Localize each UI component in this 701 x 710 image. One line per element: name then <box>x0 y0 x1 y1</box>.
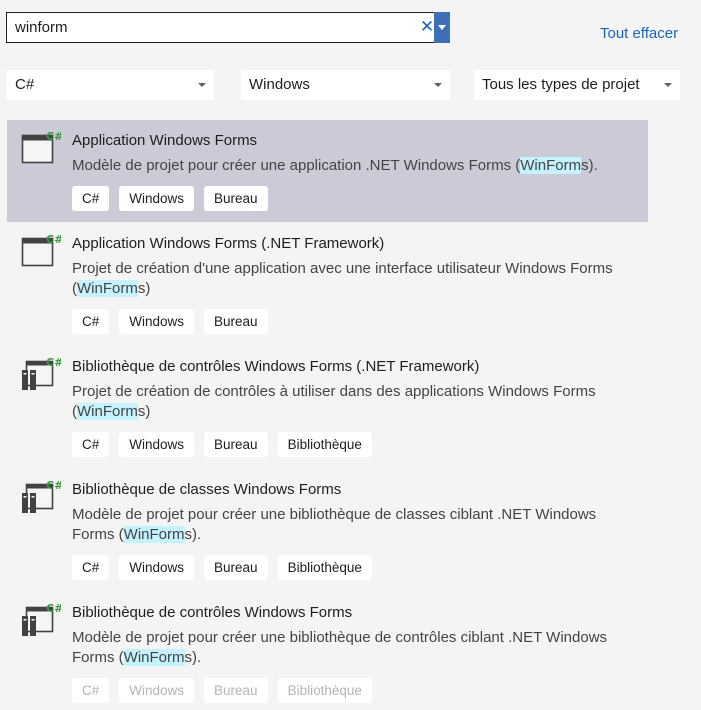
tag-category: Bibliothèque <box>277 555 372 580</box>
chevron-down-icon <box>198 83 206 87</box>
template-tags: C# Windows Bureau Bibliothèque <box>72 432 382 457</box>
tag-type: Bureau <box>204 432 268 457</box>
tag-category: Bibliothèque <box>277 432 372 457</box>
project-type-filter[interactable]: Tous les types de projet <box>474 70 680 100</box>
template-title: Application Windows Forms <box>72 132 258 149</box>
chevron-down-icon <box>438 25 446 30</box>
search-match-highlight: WinForm <box>77 403 138 420</box>
tag-language: C# <box>72 555 110 580</box>
search-box[interactable]: ✕ <box>6 12 450 43</box>
tag-platform: Windows <box>119 678 195 703</box>
search-match-highlight: WinForm <box>77 280 138 297</box>
tag-category: Bibliothèque <box>277 678 372 703</box>
tag-language: C# <box>72 186 110 211</box>
search-match-highlight: WinForm <box>123 649 185 666</box>
project-template-item[interactable]: C# Bibliothèque de contrôles Windows For… <box>7 592 648 710</box>
tag-platform: Windows <box>119 432 195 457</box>
project-type-filter-value: Tous les types de projet <box>482 76 640 93</box>
tag-language: C# <box>72 678 110 703</box>
tag-type: Bureau <box>204 678 268 703</box>
template-description: Projet de création d'une application ave… <box>72 260 613 297</box>
project-template-item[interactable]: C# Bibliothèque de contrôles Windows For… <box>7 346 648 466</box>
tag-platform: Windows <box>119 555 195 580</box>
template-description: Modèle de projet pour créer une biblioth… <box>72 629 608 666</box>
svg-text:C#: C# <box>46 602 61 615</box>
clear-all-link[interactable]: Tout effacer <box>600 25 678 42</box>
svg-text:C#: C# <box>46 130 61 143</box>
template-title: Bibliothèque de contrôles Windows Forms … <box>72 358 480 375</box>
tag-language: C# <box>72 309 110 334</box>
project-template-item[interactable]: C# Application Windows Forms (.NET Frame… <box>7 223 648 343</box>
tag-language: C# <box>72 432 110 457</box>
template-tags: C# Windows Bureau <box>72 186 278 211</box>
template-description: Modèle de projet pour créer une applicat… <box>72 157 598 174</box>
project-template-item[interactable]: C# Bibliothèque de classes Windows Forms… <box>7 469 648 589</box>
windows-form-library-icon: C# <box>22 356 61 390</box>
template-title: Bibliothèque de classes Windows Forms <box>72 481 342 498</box>
tag-platform: Windows <box>119 186 195 211</box>
windows-form-library-icon: C# <box>22 479 61 513</box>
windows-form-library-icon: C# <box>22 602 61 636</box>
template-tags: C# Windows Bureau Bibliothèque <box>72 678 382 703</box>
windows-form-app-icon: C# <box>21 130 61 164</box>
template-title: Bibliothèque de contrôles Windows Forms <box>72 604 353 621</box>
search-history-dropdown-button[interactable] <box>434 12 450 43</box>
tag-type: Bureau <box>204 186 268 211</box>
tag-type: Bureau <box>204 309 268 334</box>
search-input[interactable] <box>7 13 412 42</box>
template-tags: C# Windows Bureau <box>72 309 278 334</box>
svg-text:C#: C# <box>46 479 61 492</box>
svg-text:C#: C# <box>46 356 61 369</box>
clear-search-icon[interactable]: ✕ <box>419 16 435 38</box>
tag-platform: Windows <box>119 309 195 334</box>
search-match-highlight: WinForm <box>123 526 185 543</box>
language-filter-value: C# <box>15 76 35 93</box>
template-description: Modèle de projet pour créer une biblioth… <box>72 506 597 543</box>
template-tags: C# Windows Bureau Bibliothèque <box>72 555 382 580</box>
search-match-highlight: WinForm <box>520 157 582 174</box>
template-description: Projet de création de contrôles à utilis… <box>72 383 596 420</box>
chevron-down-icon <box>664 83 672 87</box>
project-template-item[interactable]: C# Application Windows Forms Modèle de p… <box>7 120 648 222</box>
tag-type: Bureau <box>204 555 268 580</box>
platform-filter-value: Windows <box>249 76 310 93</box>
svg-text:C#: C# <box>46 233 61 246</box>
template-title: Application Windows Forms (.NET Framewor… <box>72 235 385 252</box>
windows-form-app-icon: C# <box>21 233 61 267</box>
language-filter[interactable]: C# <box>7 70 214 100</box>
platform-filter[interactable]: Windows <box>241 70 450 100</box>
chevron-down-icon <box>434 83 442 87</box>
